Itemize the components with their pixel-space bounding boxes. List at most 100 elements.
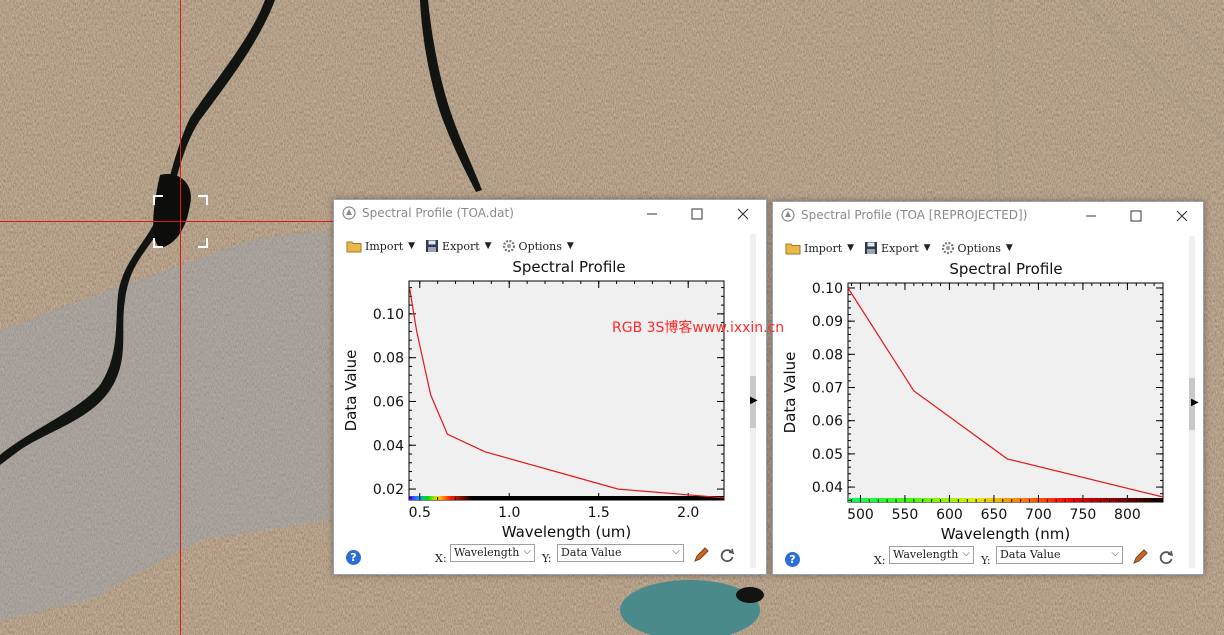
x-axis-label: Wavelength (um)	[502, 523, 632, 541]
minimize-icon[interactable]	[1081, 206, 1101, 226]
chevron-down-icon: ⌵	[523, 546, 531, 557]
x-tick-label: 600	[936, 507, 963, 523]
gear-icon	[941, 241, 954, 255]
pencil-icon[interactable]	[1132, 549, 1148, 565]
x-tick-label: 700	[1025, 507, 1052, 523]
toolbar: Import ▼ Export ▼ Options ▼	[785, 238, 1013, 258]
x-axis-select[interactable]: Wavelength ⌵	[450, 544, 535, 562]
crosshair-bracket-br	[198, 238, 208, 248]
spectral-plot[interactable]: 500 550 600 650 700 750 800 0.04 0.05 0.06 0.07 0.0…	[773, 278, 1191, 542]
x-axis-select-value: Wavelength	[454, 546, 520, 559]
x-tick-label: 2.0	[677, 505, 699, 521]
y-axis-label: Data Value	[781, 352, 799, 434]
save-icon	[865, 242, 878, 254]
x-axis-select[interactable]: Wavelength ⌵	[889, 546, 974, 564]
x-tick-label: 750	[1070, 507, 1097, 523]
y-axis-select[interactable]: Data Value ⌵	[557, 544, 684, 562]
plot-area	[408, 280, 725, 501]
close-icon[interactable]	[1172, 206, 1192, 226]
y-tick-label: 0.02	[373, 482, 404, 498]
gear-icon	[502, 239, 515, 253]
import-menu[interactable]: Import ▼	[785, 238, 854, 258]
crosshair-bracket-tr	[198, 195, 208, 205]
pencil-icon[interactable]	[693, 547, 709, 563]
import-label: Import	[365, 239, 404, 253]
chevron-down-icon: ▼	[923, 243, 931, 253]
options-label: Options	[518, 239, 562, 253]
chevron-down-icon: ⌵	[1111, 548, 1119, 559]
chart-title: Spectral Profile	[512, 258, 626, 276]
help-icon[interactable]: ?	[346, 550, 361, 565]
export-label: Export	[442, 239, 480, 253]
y-axis-select[interactable]: Data Value ⌵	[996, 546, 1123, 564]
wavelength-color-bar	[409, 496, 724, 500]
y-axis-selector-label: Y:	[981, 554, 991, 567]
y-axis-label: Data Value	[342, 350, 360, 432]
x-tick-label: 500	[847, 507, 874, 523]
y-axis-select-value: Data Value	[561, 546, 622, 559]
watermark: RGB 3S博客www.ixxin.cn	[612, 320, 785, 336]
envi-app-icon	[781, 208, 795, 222]
x-axis-label: Wavelength (nm)	[941, 525, 1071, 542]
options-menu[interactable]: Options ▼	[941, 238, 1013, 258]
y-tick-label: 0.04	[373, 438, 404, 454]
y-axis-selector-label: Y:	[542, 552, 552, 565]
options-menu[interactable]: Options ▼	[502, 236, 574, 256]
export-menu[interactable]: Export ▼	[425, 236, 492, 256]
window-title: Spectral Profile (TOA [REPROJECTED])	[801, 208, 1028, 222]
save-icon	[426, 240, 439, 252]
crosshair-bracket-bl	[153, 238, 163, 248]
chevron-down-icon: ▼	[1005, 243, 1013, 253]
spectral-profile-window-toa: Spectral Profile (TOA.dat) Import ▼ Expor…	[333, 199, 767, 575]
x-axis-select-value: Wavelength	[893, 548, 959, 561]
x-tick-label: 800	[1114, 507, 1141, 523]
plot-area	[847, 282, 1164, 503]
import-menu[interactable]: Import ▼	[346, 236, 415, 256]
spectral-plot[interactable]: 0.5 1.0 1.5 2.0 0.02 0.04 0.06 0.08 0.10 Waveleng…	[334, 276, 754, 542]
chevron-down-icon: ⌵	[672, 546, 680, 557]
chevron-down-icon: ⌵	[962, 548, 970, 559]
y-tick-label: 0.08	[812, 347, 843, 363]
maximize-icon[interactable]	[1126, 206, 1146, 226]
crosshair-bracket-tl	[153, 195, 163, 205]
chart-title: Spectral Profile	[949, 260, 1063, 278]
axis-selector-bar: ? X: Wavelength ⌵ Y: Data Value ⌵	[773, 544, 1203, 570]
y-tick-label: 0.07	[812, 381, 843, 397]
x-tick-label: 650	[981, 507, 1008, 523]
window-title: Spectral Profile (TOA.dat)	[362, 206, 514, 220]
wavelength-color-bar	[848, 498, 1163, 502]
export-label: Export	[881, 241, 919, 255]
close-icon[interactable]	[733, 204, 753, 224]
minimize-icon[interactable]	[642, 204, 662, 224]
export-menu[interactable]: Export ▼	[864, 238, 931, 258]
chevron-down-icon: ▼	[408, 241, 416, 251]
toolbar: Import ▼ Export ▼ Options ▼	[346, 236, 574, 256]
envi-app-icon	[342, 206, 356, 220]
x-tick-label: 1.0	[498, 505, 520, 521]
y-tick-label: 0.08	[373, 351, 404, 367]
x-axis-selector-label: X:	[435, 552, 447, 565]
x-tick-label: 550	[892, 507, 919, 523]
axis-selector-bar: ? X: Wavelength ⌵ Y: Data Value ⌵	[334, 542, 766, 568]
y-tick-label: 0.09	[812, 314, 843, 330]
expand-panel-arrow-icon[interactable]: ▶	[750, 395, 758, 406]
import-label: Import	[804, 241, 843, 255]
y-tick-label: 0.04	[812, 480, 843, 496]
window-titlebar[interactable]: Spectral Profile (TOA.dat)	[334, 200, 766, 228]
folder-icon	[785, 243, 801, 255]
y-tick-label: 0.05	[812, 447, 843, 463]
y-tick-label: 0.06	[373, 394, 404, 410]
refresh-icon[interactable]	[1158, 549, 1174, 565]
x-tick-label: 0.5	[409, 505, 431, 521]
refresh-icon[interactable]	[719, 547, 735, 563]
crosshair-horizontal	[0, 221, 335, 222]
y-tick-label: 0.10	[812, 281, 843, 297]
chevron-down-icon: ▼	[847, 243, 855, 253]
expand-panel-arrow-icon[interactable]: ▶	[1191, 397, 1199, 408]
crosshair-vertical	[180, 0, 181, 635]
help-icon[interactable]: ?	[785, 552, 800, 567]
chevron-down-icon: ▼	[484, 241, 492, 251]
options-label: Options	[957, 241, 1001, 255]
window-titlebar[interactable]: Spectral Profile (TOA [REPROJECTED])	[773, 202, 1203, 230]
maximize-icon[interactable]	[687, 204, 707, 224]
